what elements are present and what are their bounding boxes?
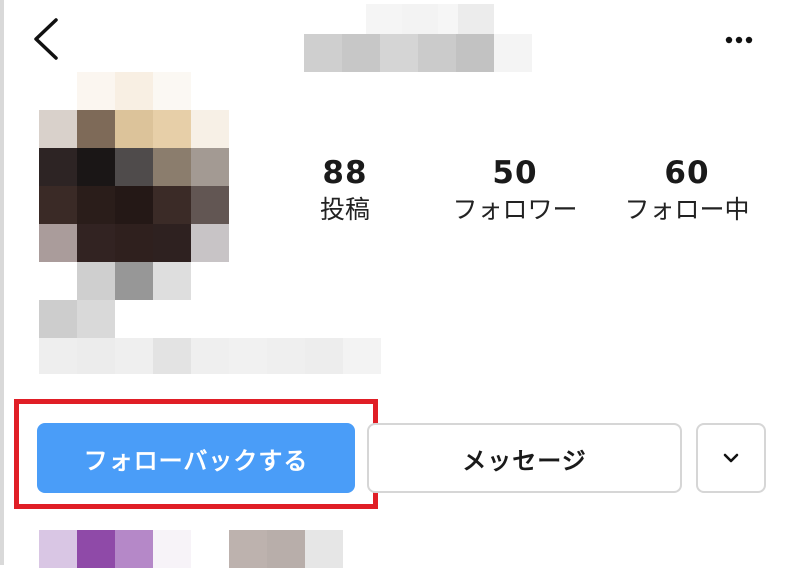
following-label: フォロー中 (624, 195, 750, 224)
stat-following[interactable]: 60 フォロー中 (612, 155, 762, 225)
suggested-accounts-button[interactable] (696, 423, 766, 493)
chevron-left-icon (34, 18, 58, 60)
stat-followers[interactable]: 50 フォロワー (440, 155, 590, 225)
left-edge-divider (0, 0, 4, 565)
more-options-button[interactable] (714, 28, 764, 52)
followers-label: フォロワー (452, 195, 578, 224)
message-button[interactable]: メッセージ (367, 423, 682, 493)
stat-posts[interactable]: 88 投稿 (290, 155, 400, 225)
posts-label: 投稿 (319, 195, 370, 224)
more-horizontal-icon (725, 36, 753, 44)
chevron-down-icon (723, 453, 739, 463)
following-count: 60 (664, 155, 710, 191)
followers-count: 50 (492, 155, 538, 191)
posts-count: 88 (322, 155, 368, 191)
back-button[interactable] (26, 14, 70, 64)
highlight-frame (14, 399, 378, 509)
